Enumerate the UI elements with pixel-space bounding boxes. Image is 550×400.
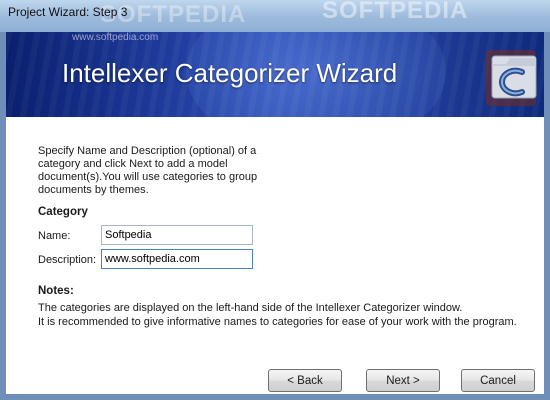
title-bar[interactable]: SOFTPEDIA SOFTPEDIA Project Wizard: Step… (0, 0, 550, 32)
watermark-right: SOFTPEDIA (322, 0, 469, 24)
wizard-heading: Intellexer Categorizer Wizard (62, 58, 398, 88)
name-label: Name: (38, 230, 71, 242)
notes-line-1: The categories are displayed on the left… (38, 302, 463, 314)
description-label: Description: (38, 254, 97, 266)
wizard-client-area: www.softpedia.com Intellexer Categorizer… (6, 32, 544, 394)
next-button[interactable]: Next > (366, 369, 440, 392)
wizard-banner: www.softpedia.com Intellexer Categorizer… (6, 32, 544, 117)
categorizer-app-icon (486, 50, 537, 106)
description-field[interactable] (101, 249, 253, 269)
category-heading: Category (38, 206, 88, 218)
back-button[interactable]: < Back (268, 369, 342, 392)
step-description: Specify Name and Description (optional) … (38, 145, 258, 196)
cancel-button[interactable]: Cancel (461, 369, 535, 392)
watermark-url: www.softpedia.com (72, 32, 159, 43)
notes-heading: Notes: (38, 285, 74, 297)
notes-line-2: It is recommended to give informative na… (38, 316, 517, 328)
window-title: Project Wizard: Step 3 (8, 5, 128, 19)
wizard-window: SOFTPEDIA SOFTPEDIA Project Wizard: Step… (0, 0, 550, 400)
name-field[interactable] (101, 225, 253, 245)
